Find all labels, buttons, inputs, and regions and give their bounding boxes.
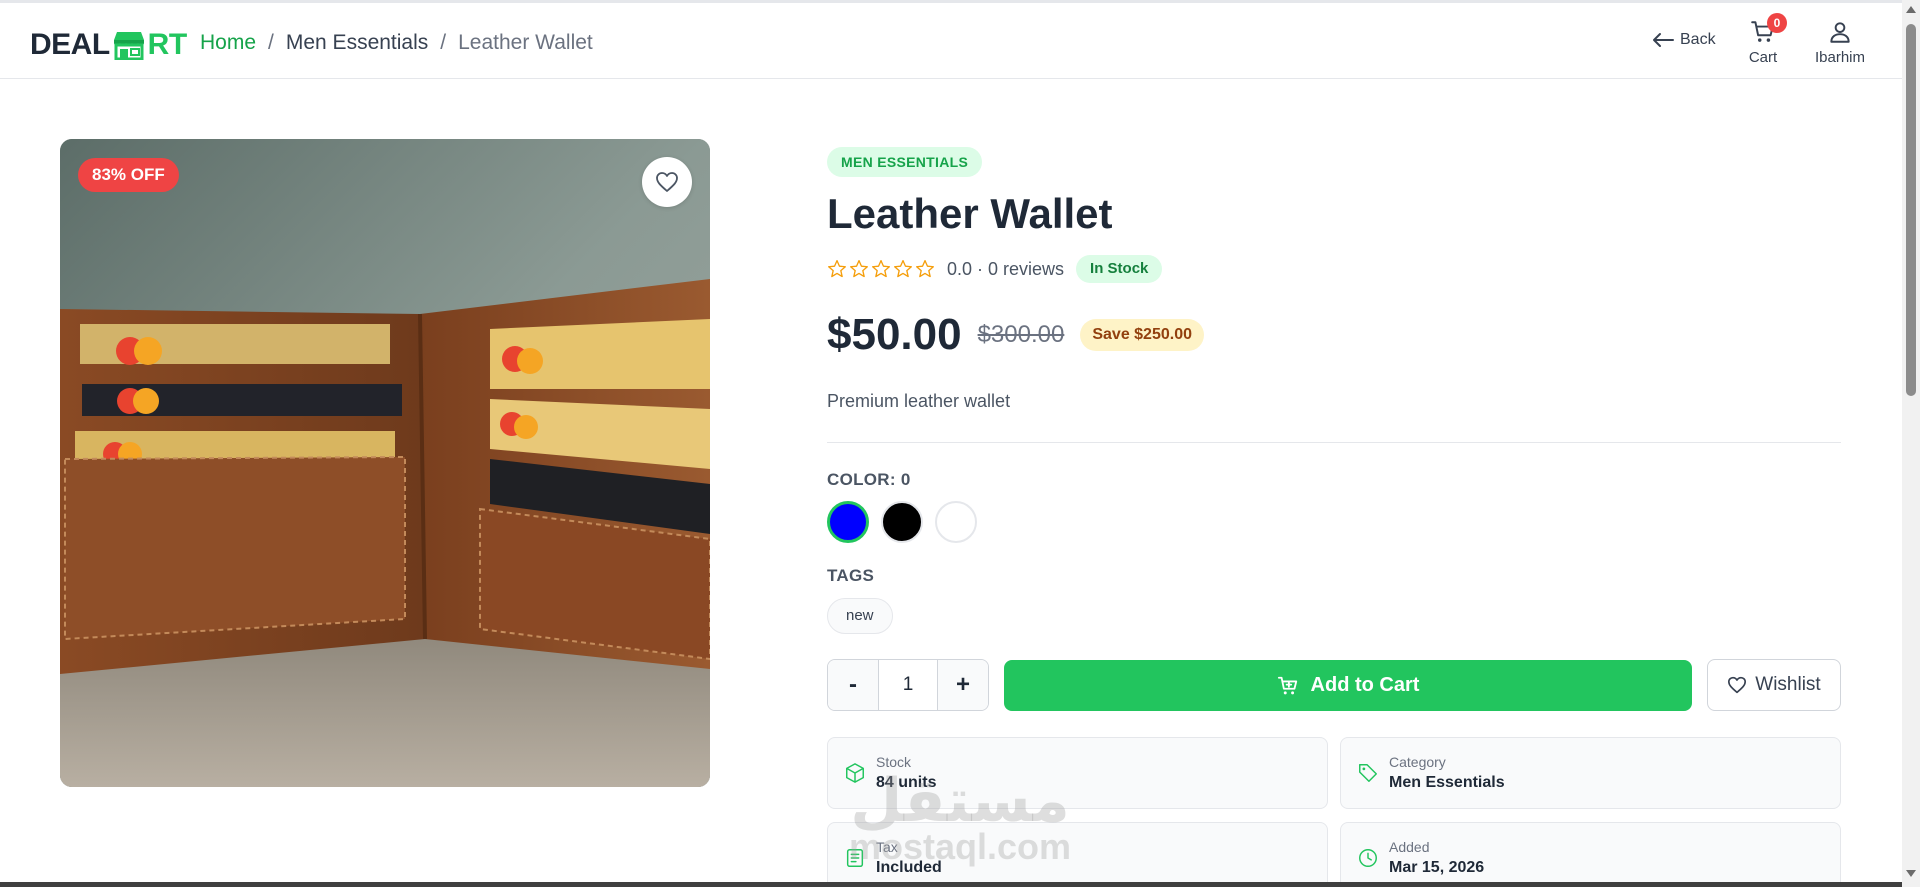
back-button[interactable]: Back <box>1652 31 1716 49</box>
bottom-edge <box>0 882 1902 887</box>
wishlist-button[interactable]: Wishlist <box>1707 659 1841 711</box>
user-menu[interactable]: Ibarhim <box>1810 19 1870 66</box>
color-swatch-black[interactable] <box>881 501 923 543</box>
original-price: $300.00 <box>977 321 1065 348</box>
star-icon <box>828 260 846 278</box>
star-icon <box>850 260 868 278</box>
breadcrumb-separator: / <box>268 31 274 54</box>
scroll-up-arrow[interactable] <box>1906 6 1916 13</box>
user-name: Ibarhim <box>1814 49 1866 66</box>
logo-store-icon <box>113 32 144 60</box>
category-pill: MEN ESSENTIALS <box>827 147 983 177</box>
breadcrumb-current: Leather Wallet <box>458 31 593 54</box>
cart-button[interactable]: 0 Cart <box>1743 13 1787 66</box>
heart-icon <box>656 172 678 192</box>
tags-label: TAGS <box>827 566 875 585</box>
product-description: Premium leather wallet <box>827 391 1011 411</box>
breadcrumb-separator: / <box>440 31 447 54</box>
clock-icon <box>1359 849 1377 867</box>
info-value: Mar 15, 2026 <box>1389 859 1485 876</box>
logo[interactable]: DEAL RT <box>30 27 187 63</box>
quantity-decrease-button[interactable]: - <box>828 660 878 710</box>
product-title: Leather Wallet <box>827 190 1113 237</box>
cart-label: Cart <box>1748 49 1778 66</box>
watermark-arabic: مستقل <box>850 766 1070 836</box>
site-header: DEAL RT Home / Men Essentials / Leather … <box>0 3 1902 79</box>
add-to-cart-button[interactable]: Add to Cart <box>1004 660 1692 711</box>
price-row: $50.00 $300.00 Save $250.00 <box>827 310 1204 360</box>
current-price: $50.00 <box>827 310 962 359</box>
tag-chip[interactable]: new <box>827 598 893 634</box>
logo-text-deal: DEAL <box>30 28 110 61</box>
user-icon <box>1830 22 1850 43</box>
rating-stars <box>827 259 935 279</box>
star-icon <box>894 260 912 278</box>
cart-count-badge: 0 <box>1767 13 1787 33</box>
watermark-url: mostaql.com <box>848 826 1072 867</box>
savings-badge: Save $250.00 <box>1080 319 1204 351</box>
watermark: مستقل mostaql.com <box>840 766 1080 867</box>
star-icon <box>872 260 890 278</box>
divider <box>827 442 1841 443</box>
rating-row: 0.0 · 0 reviews In Stock <box>827 255 1163 283</box>
info-card-category: Category Men Essentials <box>1340 737 1841 809</box>
breadcrumb: Home / Men Essentials / Leather Wallet <box>200 31 593 55</box>
wallet-photo <box>60 139 710 787</box>
breadcrumb-category[interactable]: Men Essentials <box>286 31 428 55</box>
discount-badge: 83% OFF <box>78 158 179 192</box>
stock-status-badge: In Stock <box>1076 255 1163 283</box>
color-swatch-white[interactable] <box>935 501 977 543</box>
scroll-thumb[interactable] <box>1906 24 1916 396</box>
scroll-down-arrow[interactable] <box>1906 870 1916 877</box>
star-icon <box>916 260 934 278</box>
info-value: Men Essentials <box>1389 774 1505 791</box>
cart-plus-icon <box>1277 676 1297 694</box>
add-to-cart-label: Add to Cart <box>1310 674 1420 696</box>
arrow-left-icon <box>1653 33 1674 47</box>
favorite-button[interactable] <box>642 157 692 207</box>
quantity-increase-button[interactable]: + <box>938 660 988 710</box>
breadcrumb-home[interactable]: Home <box>200 31 256 55</box>
page-scrollbar[interactable] <box>1902 0 1920 887</box>
info-card-added: Added Mar 15, 2026 <box>1340 822 1841 887</box>
color-label: COLOR: 0 <box>827 470 911 489</box>
wishlist-label: Wishlist <box>1755 674 1821 695</box>
tag-icon <box>1359 764 1377 782</box>
back-label: Back <box>1680 31 1716 48</box>
color-swatches <box>827 501 977 543</box>
quantity-stepper: - 1 + <box>827 659 989 711</box>
rating-text: 0.0 · 0 reviews <box>947 258 1065 279</box>
color-swatch-blue[interactable] <box>827 501 869 543</box>
product-image <box>60 139 710 787</box>
logo-text-rt: RT <box>147 28 188 61</box>
info-label: Category <box>1389 754 1446 770</box>
quantity-input[interactable]: 1 <box>878 660 938 710</box>
heart-icon <box>1728 676 1747 694</box>
info-label: Added <box>1389 839 1430 855</box>
